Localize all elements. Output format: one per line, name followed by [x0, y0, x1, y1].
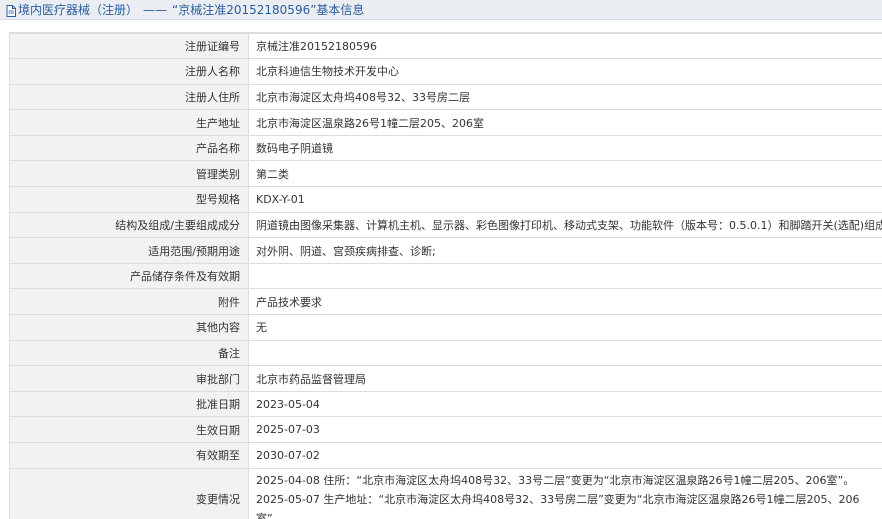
row-structure-composition: 结构及组成/主要组成成分 阴道镜由图像采集器、计算机主机、显示器、彩色图像打印机… — [9, 211, 882, 239]
row-remarks: 备注 — [9, 339, 882, 367]
value-intended-use: 对外阴、阴道、宫颈疾病排查、诊断; — [248, 237, 882, 264]
label-production-address: 生产地址 — [9, 109, 249, 136]
row-intended-use: 适用范围/预期用途 对外阴、阴道、宫颈疾病排查、诊断; — [9, 237, 882, 264]
value-approval-department: 北京市药品监督管理局 — [248, 365, 882, 392]
row-storage-validity: 产品储存条件及有效期 — [9, 262, 882, 290]
value-registrant-name: 北京科迪信生物技术开发中心 — [248, 58, 882, 85]
label-product-name: 产品名称 — [9, 134, 249, 162]
row-effective-date: 生效日期 2025-07-03 — [9, 416, 882, 443]
document-icon — [6, 4, 16, 17]
value-production-address: 北京市海淀区温泉路26号1幢二层205、206室 — [248, 109, 882, 136]
value-storage-validity — [248, 262, 882, 290]
value-registrant-address: 北京市海淀区太舟坞408号32、33号房二层 — [248, 83, 882, 111]
row-attachment: 附件 产品技术要求 — [9, 288, 882, 316]
label-registrant-name: 注册人名称 — [9, 58, 249, 85]
row-registrant-address: 注册人住所 北京市海淀区太舟坞408号32、33号房二层 — [9, 83, 882, 111]
page-header: 境内医疗器械（注册） —— “京械注准20152180596”基本信息 — [0, 0, 882, 20]
label-other-content: 其他内容 — [9, 314, 249, 341]
row-other-content: 其他内容 无 — [9, 314, 882, 341]
label-registration-number: 注册证编号 — [9, 32, 249, 60]
value-structure-composition: 阴道镜由图像采集器、计算机主机、显示器、彩色图像打印机、移动式支架、功能软件（版… — [248, 211, 882, 239]
label-approval-date: 批准日期 — [9, 390, 249, 418]
label-approval-department: 审批部门 — [9, 365, 249, 392]
value-remarks — [248, 339, 882, 367]
row-approval-date: 批准日期 2023-05-04 — [9, 390, 882, 418]
header-separator: —— — [143, 2, 168, 17]
row-registration-number: 注册证编号 京械注准20152180596 — [9, 32, 882, 60]
value-model-spec: KDX-Y-01 — [248, 186, 882, 213]
label-structure-composition: 结构及组成/主要组成成分 — [9, 211, 249, 239]
label-intended-use: 适用范围/预期用途 — [9, 237, 249, 264]
row-management-class: 管理类别 第二类 — [9, 160, 882, 188]
label-registrant-address: 注册人住所 — [9, 83, 249, 111]
row-change-history: 变更情况 2025-04-08 住所：“北京市海淀区太舟坞408号32、33号二… — [9, 467, 882, 519]
row-registrant-name: 注册人名称 北京科迪信生物技术开发中心 — [9, 58, 882, 85]
value-effective-date: 2025-07-03 — [248, 416, 882, 443]
value-approval-date: 2023-05-04 — [248, 390, 882, 418]
label-management-class: 管理类别 — [9, 160, 249, 188]
value-expiry-date: 2030-07-02 — [248, 442, 882, 469]
value-product-name: 数码电子阴道镜 — [248, 134, 882, 162]
device-info-table: 注册证编号 京械注准20152180596 注册人名称 北京科迪信生物技术开发中… — [9, 32, 882, 519]
row-approval-department: 审批部门 北京市药品监督管理局 — [9, 365, 882, 392]
label-remarks: 备注 — [9, 339, 249, 367]
header-section: 境内医疗器械（注册） — [18, 3, 139, 17]
label-expiry-date: 有效期至 — [9, 442, 249, 469]
row-product-name: 产品名称 数码电子阴道镜 — [9, 134, 882, 162]
value-other-content: 无 — [248, 314, 882, 341]
value-registration-number: 京械注准20152180596 — [248, 32, 882, 60]
label-model-spec: 型号规格 — [9, 186, 249, 213]
value-change-history: 2025-04-08 住所：“北京市海淀区太舟坞408号32、33号二层”变更为… — [248, 467, 882, 519]
value-management-class: 第二类 — [248, 160, 882, 188]
value-attachment: 产品技术要求 — [248, 288, 882, 316]
header-record: “京械注准20152180596”基本信息 — [172, 3, 365, 17]
label-attachment: 附件 — [9, 288, 249, 316]
label-storage-validity: 产品储存条件及有效期 — [9, 262, 249, 290]
row-model-spec: 型号规格 KDX-Y-01 — [9, 186, 882, 213]
label-effective-date: 生效日期 — [9, 416, 249, 443]
row-production-address: 生产地址 北京市海淀区温泉路26号1幢二层205、206室 — [9, 109, 882, 136]
label-change-history: 变更情况 — [9, 467, 249, 519]
row-expiry-date: 有效期至 2030-07-02 — [9, 442, 882, 469]
